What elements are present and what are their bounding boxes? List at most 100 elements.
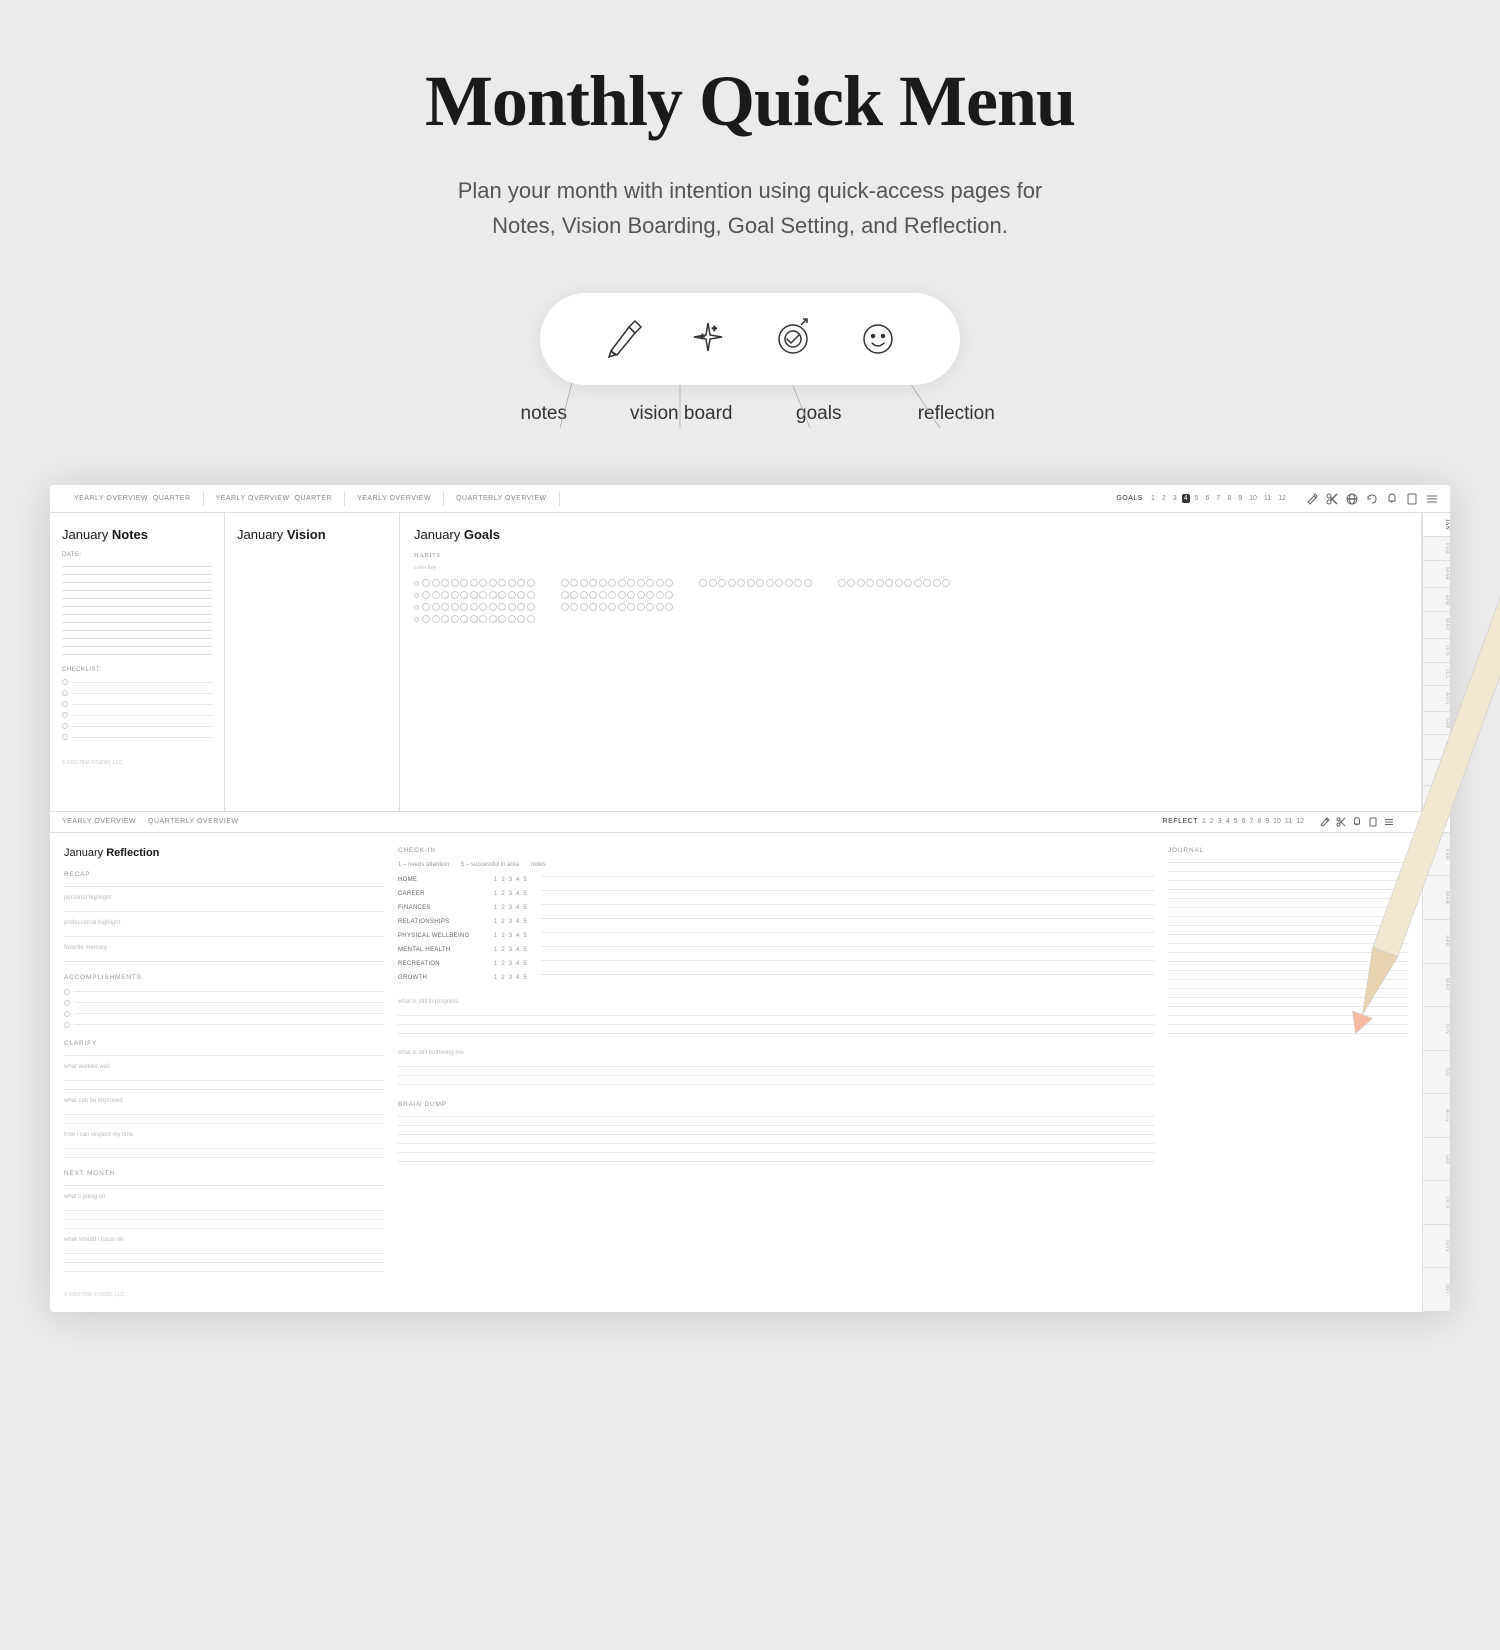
goals-numbers: 1 2 3 4 5 6 7 8 9 10 11 12 [1149, 494, 1288, 503]
date-label: DATE: [62, 552, 212, 558]
bothering-label: what is still bothering me [398, 1050, 1154, 1056]
month-tab-may[interactable]: MAY [1423, 612, 1450, 638]
notes-panel: January Notes DATE: CHECKLIST: [50, 513, 225, 810]
accomplish-4 [64, 1022, 384, 1028]
note-line-11 [62, 646, 212, 647]
goals-panel-title: January Goals [414, 527, 1407, 542]
goals-nav-label: GOALS [1116, 495, 1143, 502]
note-line-3 [62, 582, 212, 583]
reflect-sep[interactable]: SEP [1423, 1138, 1450, 1182]
bookmark-icon[interactable] [1406, 493, 1418, 505]
accomplish-1 [64, 989, 384, 995]
note-line-7 [62, 614, 212, 615]
accomplish-3 [64, 1011, 384, 1017]
vision-panel: January Vision [225, 513, 400, 810]
hero-section: Monthly Quick Menu Plan your month with … [0, 0, 1500, 485]
in-progress-label: what is still in progress [398, 999, 1154, 1005]
scale-high-label: 5 – successful in area [461, 862, 519, 868]
planner-preview: YEARLY OVERVIEW QUARTER YEARLY OVERVIEW … [50, 485, 1450, 1311]
reflect-dec[interactable]: DEC [1423, 1268, 1450, 1312]
icon-bar-container: + + [20, 293, 1480, 425]
reflect-nov[interactable]: NOV [1423, 1225, 1450, 1269]
accomplish-2 [64, 1000, 384, 1006]
checkin-physical: PHYSICAL WELLBEING 1 2 3 4 5 [398, 932, 1154, 941]
watermark-notes: © KRISTINA STUDIO, LLC [62, 760, 212, 766]
icon-pill: + + [540, 293, 960, 385]
sparkle-icon: + + [682, 313, 734, 365]
reflect-main-content: January Reflection RECAP personal highli… [50, 833, 1422, 1312]
journal-heading: JOURNAL [1168, 847, 1408, 854]
month-tab-apr[interactable]: APR [1423, 588, 1450, 613]
reflect-nav: YEARLY OVERVIEW QUARTERLY OVERVIEW REFLE… [50, 812, 1450, 833]
note-line-5 [62, 598, 212, 599]
reflect-tab-quarterly[interactable]: QUARTERLY OVERVIEW [148, 818, 239, 825]
reflection-section: YEARLY OVERVIEW QUARTERLY OVERVIEW REFLE… [50, 811, 1450, 1312]
habits-label: HABITS [414, 552, 1407, 559]
edit-icon[interactable] [1306, 493, 1318, 505]
hero-subtitle: Plan your month with intention using qui… [425, 173, 1075, 243]
month-tab-jun[interactable]: JUN [1423, 639, 1450, 663]
month-tab-jan[interactable]: JAN [1423, 513, 1450, 537]
globe-icon[interactable] [1346, 493, 1358, 505]
reflect-notification-icon[interactable] [1352, 817, 1362, 827]
checkin-finances: FINANCES 1 2 3 4 5 [398, 904, 1154, 913]
reflect-edit-icon[interactable] [1320, 817, 1330, 827]
check-item-6 [62, 734, 212, 740]
reflect-label: REFLECT [1163, 818, 1198, 825]
check-item-1 [62, 679, 212, 685]
month-tab-mar[interactable]: MAR [1423, 561, 1450, 587]
notes-panel-title: January Notes [62, 527, 212, 542]
nav-icons [1306, 493, 1438, 505]
vision-board-icon-item: + + [673, 313, 743, 365]
reflect-aug[interactable]: AUG [1423, 1094, 1450, 1138]
svg-text:+: + [712, 324, 717, 333]
nav-tab-yearly-3[interactable]: YEARLY OVERVIEW [345, 491, 444, 506]
nav-tab-quarterly[interactable]: QUARTERLY OVERVIEW [444, 491, 560, 506]
reflect-bookmark-icon[interactable] [1368, 817, 1378, 827]
page-title: Monthly Quick Menu [20, 60, 1480, 143]
reflect-may[interactable]: MAY [1423, 964, 1450, 1008]
note-line-1 [62, 566, 212, 567]
scissors-icon[interactable] [1326, 493, 1338, 505]
reflect-jun[interactable]: JUN [1423, 1007, 1450, 1051]
note-line-4 [62, 590, 212, 591]
note-line-6 [62, 606, 212, 607]
what-focus-label: what should i focus on [64, 1237, 384, 1243]
notes-icon-item [588, 313, 658, 365]
note-line-8 [62, 622, 212, 623]
reflect-scissors-icon[interactable] [1336, 817, 1346, 827]
habit-row-1 [414, 579, 1407, 587]
checkin-heading: CHECK-IN [398, 847, 1154, 854]
reflection-icon-item [843, 313, 913, 365]
undo-icon[interactable] [1366, 493, 1378, 505]
worked-well-label: what worked well [64, 1064, 384, 1070]
check-item-5 [62, 723, 212, 729]
recap-heading: RECAP [64, 871, 384, 878]
personal-highlight-label: personal highlight [64, 895, 384, 901]
check-item-3 [62, 701, 212, 707]
reflection-content: January Reflection RECAP personal highli… [50, 833, 1450, 1312]
recap-column: January Reflection RECAP personal highli… [64, 847, 384, 1298]
professional-highlight-label: professional highlight [64, 920, 384, 926]
habit-dots-1 [422, 579, 535, 587]
nav-tab-yearly-1[interactable]: YEARLY OVERVIEW QUARTER [62, 491, 204, 506]
be-improved-label: what can be improved [64, 1098, 384, 1104]
reflect-oct[interactable]: OCT [1423, 1181, 1450, 1225]
checkin-home: HOME 1 2 3 4 5 [398, 876, 1154, 885]
respect-time-label: how i can respect my time [64, 1132, 384, 1138]
month-tab-feb[interactable]: FEB [1423, 537, 1450, 561]
check-item-4 [62, 712, 212, 718]
checklist-label: CHECKLIST: [62, 667, 212, 673]
brain-dump-section: BRAIN DUMP [398, 1101, 1154, 1162]
svg-text:+: + [700, 332, 705, 341]
pen-icon [597, 313, 649, 365]
bell-icon[interactable] [1386, 493, 1398, 505]
goals-icon-item [758, 313, 828, 365]
reflect-tab-yearly[interactable]: YEARLY OVERVIEW [62, 818, 136, 825]
clarify-heading: CLARIFY [64, 1040, 384, 1047]
nav-tab-yearly-2[interactable]: YEARLY OVERVIEW QUARTER [204, 491, 346, 506]
menu-icon[interactable] [1426, 493, 1438, 505]
vision-panel-title: January Vision [237, 527, 387, 542]
reflect-jul[interactable]: JUL [1423, 1051, 1450, 1095]
bothering-section: what is still bothering me [398, 1050, 1154, 1085]
